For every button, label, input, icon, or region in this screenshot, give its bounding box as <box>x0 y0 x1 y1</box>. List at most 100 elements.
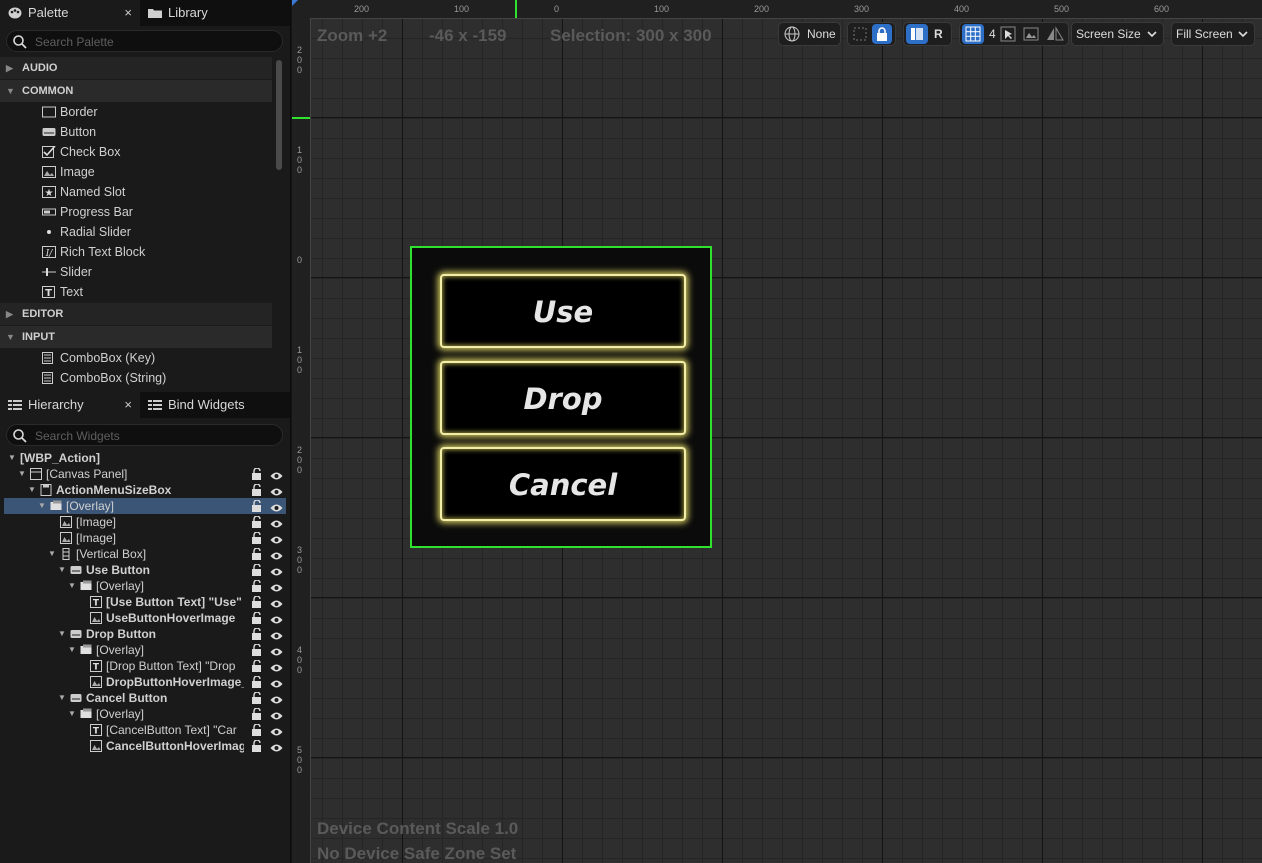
visibility-eye-icon[interactable] <box>270 613 283 624</box>
visibility-eye-icon[interactable] <box>270 501 283 512</box>
unlock-icon[interactable] <box>251 739 263 752</box>
lock-toggle[interactable] <box>872 24 892 44</box>
visibility-eye-icon[interactable] <box>270 549 283 560</box>
lock-toggle-group[interactable] <box>847 22 896 46</box>
fill-screen-dropdown[interactable]: Fill Screen <box>1171 22 1255 46</box>
category-input[interactable]: ▼ INPUT <box>0 326 272 348</box>
collapse-arrow-icon[interactable]: ▼ <box>38 498 46 514</box>
hierarchy-row[interactable]: ▼ [Overlay] <box>4 578 286 594</box>
palette-item-border[interactable]: Border <box>42 102 98 122</box>
mirror-icon[interactable] <box>1046 26 1064 42</box>
unlock-icon[interactable] <box>251 547 263 560</box>
unlock-icon[interactable] <box>251 723 263 736</box>
collapse-arrow-icon[interactable]: ▼ <box>68 706 76 722</box>
hierarchy-row[interactable]: [Image] <box>4 514 286 530</box>
hierarchy-row[interactable]: T [Drop Button Text] "Drop <box>4 658 286 674</box>
cursor-select-icon[interactable] <box>1000 26 1016 42</box>
hierarchy-row[interactable]: T [Use Button Text] "Use" <box>4 594 286 610</box>
palette-search[interactable] <box>6 30 283 52</box>
palette-item-rich-text-block[interactable]: I/Rich Text Block <box>42 242 145 262</box>
hierarchy-row[interactable]: DropButtonHoverImage_ <box>4 674 286 690</box>
unlock-icon[interactable] <box>251 659 263 672</box>
category-common[interactable]: ▼ COMMON <box>0 80 272 102</box>
collapse-arrow-icon[interactable]: ▼ <box>58 626 66 642</box>
collapse-arrow-icon[interactable]: ▼ <box>68 642 76 658</box>
tab-palette[interactable]: Palette × <box>0 0 140 26</box>
palette-search-input[interactable] <box>33 33 277 51</box>
palette-scrollbar[interactable] <box>276 60 282 170</box>
visibility-eye-icon[interactable] <box>270 709 283 720</box>
palette-item-combobox-string[interactable]: ComboBox (String) <box>42 368 166 388</box>
hierarchy-row[interactable]: ▼ [WBP_Action] <box>4 450 286 466</box>
drop-button[interactable]: Drop <box>440 361 686 435</box>
unlock-icon[interactable] <box>251 691 263 704</box>
unlock-icon[interactable] <box>251 643 263 656</box>
hierarchy-row[interactable]: CancelButtonHoverImag <box>4 738 286 754</box>
category-editor[interactable]: ▶ EDITOR <box>0 303 272 325</box>
grid-snap-toggle[interactable] <box>962 24 984 44</box>
hierarchy-row[interactable]: ▼ [Vertical Box] <box>4 546 286 562</box>
unlock-icon[interactable] <box>251 563 263 576</box>
collapse-arrow-icon[interactable]: ▼ <box>68 578 76 594</box>
localization-button[interactable]: None <box>778 22 841 46</box>
collapse-arrow-icon[interactable]: ▼ <box>8 450 16 466</box>
palette-item-slider[interactable]: Slider <box>42 262 92 282</box>
visibility-eye-icon[interactable] <box>270 469 283 480</box>
hierarchy-search[interactable] <box>6 424 283 446</box>
visibility-eye-icon[interactable] <box>270 645 283 656</box>
grid-snap-group[interactable]: 4 <box>959 22 1069 46</box>
close-hierarchy-button[interactable]: × <box>124 392 132 418</box>
visibility-eye-icon[interactable] <box>270 581 283 592</box>
hierarchy-row[interactable]: [Image] <box>4 530 286 546</box>
visibility-eye-icon[interactable] <box>270 677 283 688</box>
hierarchy-row[interactable]: ▼ [Canvas Panel] <box>4 466 286 482</box>
palette-item-checkbox[interactable]: Check Box <box>42 142 120 162</box>
collapse-arrow-icon[interactable]: ▼ <box>18 466 26 482</box>
grid-snap-value[interactable]: 4 <box>989 23 996 45</box>
hierarchy-row[interactable]: ▼ Drop Button <box>4 626 286 642</box>
visibility-eye-icon[interactable] <box>270 565 283 576</box>
visibility-eye-icon[interactable] <box>270 741 283 752</box>
palette-item-button[interactable]: Button <box>42 122 96 142</box>
tab-bind-widgets[interactable]: Bind Widgets <box>140 392 290 418</box>
unlock-icon[interactable] <box>251 611 263 624</box>
collapse-arrow-icon[interactable]: ▼ <box>48 546 56 562</box>
palette-item-radial-slider[interactable]: Radial Slider <box>42 222 131 242</box>
unlock-icon[interactable] <box>251 531 263 544</box>
visibility-eye-icon[interactable] <box>270 725 283 736</box>
unlock-icon[interactable] <box>251 707 263 720</box>
palette-item-text[interactable]: T Text <box>42 282 83 302</box>
palette-item-named-slot[interactable]: ★ Named Slot <box>42 182 125 202</box>
cancel-button[interactable]: Cancel <box>440 447 686 521</box>
action-menu-widget[interactable]: Use Drop Cancel <box>410 246 712 548</box>
unlock-icon[interactable] <box>251 595 263 608</box>
hierarchy-row[interactable]: ▼ Cancel Button <box>4 690 286 706</box>
visibility-eye-icon[interactable] <box>270 629 283 640</box>
hierarchy-row[interactable]: ▼ [Overlay] <box>4 642 286 658</box>
tab-library[interactable]: Library <box>140 0 290 26</box>
unlock-icon[interactable] <box>251 515 263 528</box>
visibility-eye-icon[interactable] <box>270 485 283 496</box>
hierarchy-search-input[interactable] <box>33 427 277 445</box>
collapse-arrow-icon[interactable]: ▼ <box>28 482 36 498</box>
use-button[interactable]: Use <box>440 274 686 348</box>
unlock-icon[interactable] <box>251 483 263 496</box>
visibility-eye-icon[interactable] <box>270 597 283 608</box>
palette-item-image[interactable]: Image <box>42 162 95 182</box>
unlock-icon[interactable] <box>251 467 263 480</box>
screen-size-dropdown[interactable]: Screen Size <box>1071 22 1164 46</box>
palette-item-combobox-key[interactable]: ComboBox (Key) <box>42 348 155 368</box>
unlock-icon[interactable] <box>251 579 263 592</box>
hierarchy-row[interactable]: UseButtonHoverImage <box>4 610 286 626</box>
respect-locks-group[interactable]: R <box>903 22 952 46</box>
hierarchy-row[interactable]: ▼ Use Button <box>4 562 286 578</box>
collapse-arrow-icon[interactable]: ▼ <box>58 690 66 706</box>
designer-canvas[interactable]: 200 100 0 100 200 300 400 500 600 2 0 0 1 0 0 0 1 0… <box>292 0 1262 863</box>
hierarchy-row[interactable]: T [CancelButton Text] "Car <box>4 722 286 738</box>
unlock-icon[interactable] <box>251 499 263 512</box>
visibility-eye-icon[interactable] <box>270 533 283 544</box>
unlock-icon[interactable] <box>251 627 263 640</box>
visibility-eye-icon[interactable] <box>270 693 283 704</box>
close-palette-button[interactable]: × <box>124 0 132 26</box>
layout-toggle[interactable] <box>906 24 928 44</box>
